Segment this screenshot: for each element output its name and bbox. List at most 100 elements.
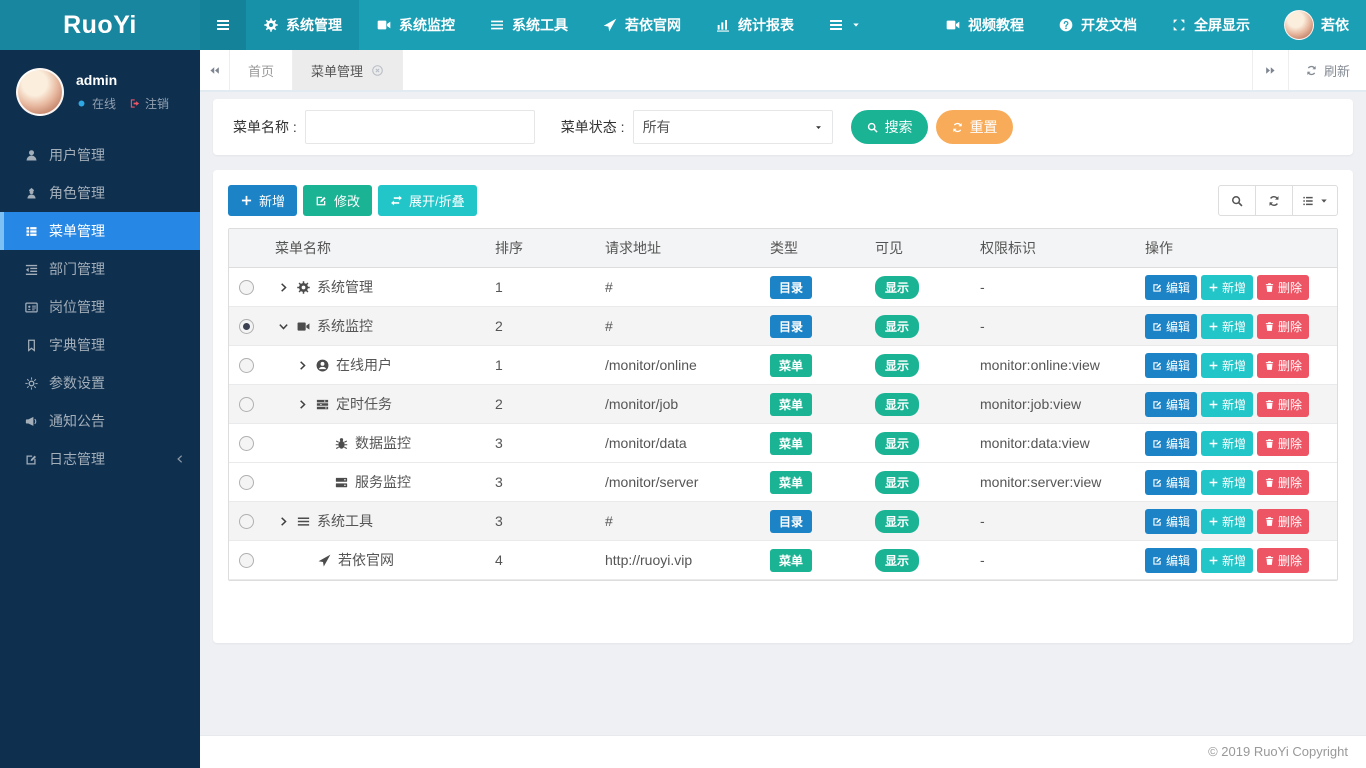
sidebar-toggle-button[interactable] [200, 0, 246, 50]
row-delete-button[interactable]: 删除 [1257, 431, 1309, 456]
row-add-button[interactable]: 新增 [1201, 548, 1253, 573]
nav-item-system-manage[interactable]: 系统管理 [246, 0, 359, 50]
row-delete-label: 删除 [1278, 474, 1302, 491]
row-delete-button[interactable]: 删除 [1257, 353, 1309, 378]
sidebar-item-notice-manage[interactable]: 通知公告 [0, 402, 200, 440]
perms-cell: monitor:data:view [970, 424, 1135, 463]
chevron-right-icon[interactable] [278, 282, 289, 293]
visible-badge[interactable]: 显示 [875, 510, 919, 533]
menu-name-label: 数据监控 [355, 433, 411, 453]
row-select-radio[interactable] [239, 280, 254, 295]
row-delete-button[interactable]: 删除 [1257, 275, 1309, 300]
row-select-radio[interactable] [239, 319, 254, 334]
row-edit-button[interactable]: 编辑 [1145, 314, 1197, 339]
user-avatar[interactable] [16, 68, 64, 116]
tabs-scroll-right-button[interactable] [1252, 50, 1288, 90]
refresh-table-button[interactable] [1255, 185, 1293, 216]
row-delete-button[interactable]: 删除 [1257, 509, 1309, 534]
row-add-button[interactable]: 新增 [1201, 275, 1253, 300]
table-header-row: 菜单名称排序请求地址类型可见权限标识操作 [229, 229, 1337, 268]
row-delete-button[interactable]: 删除 [1257, 548, 1309, 573]
sidebar-item-dict-manage[interactable]: 字典管理 [0, 326, 200, 364]
nav-item-dev-docs[interactable]: 开发文档 [1041, 0, 1154, 50]
columns-button[interactable] [1292, 185, 1338, 216]
search-button[interactable]: 搜索 [851, 110, 928, 144]
chevron-right-icon[interactable] [297, 360, 308, 371]
tab-menu-manage[interactable]: 菜单管理 [293, 50, 403, 90]
main-content: 菜单名称 : 菜单状态 : 所有 搜索 重置 新增 修改 [200, 94, 1366, 735]
visible-badge[interactable]: 显示 [875, 276, 919, 299]
row-add-button[interactable]: 新增 [1201, 314, 1253, 339]
nav-item-video-tutorial[interactable]: 视频教程 [928, 0, 1041, 50]
sidebar-item-post-manage[interactable]: 岗位管理 [0, 288, 200, 326]
url-cell: http://ruoyi.vip [595, 541, 760, 580]
sidebar-item-param-settings[interactable]: 参数设置 [0, 364, 200, 402]
search-icon [1230, 194, 1244, 208]
sidebar-item-log-manage[interactable]: 日志管理 [0, 440, 200, 478]
row-edit-button[interactable]: 编辑 [1145, 431, 1197, 456]
sidebar-item-role-manage[interactable]: 角色管理 [0, 174, 200, 212]
row-select-radio[interactable] [239, 397, 254, 412]
row-edit-button[interactable]: 编辑 [1145, 470, 1197, 495]
tabs-scroll-left-button[interactable] [200, 50, 230, 90]
nav-item-stats-report[interactable]: 统计报表 [698, 0, 811, 50]
bars-icon [828, 17, 844, 33]
row-edit-button[interactable]: 编辑 [1145, 509, 1197, 534]
visible-badge[interactable]: 显示 [875, 432, 919, 455]
row-edit-label: 编辑 [1166, 357, 1190, 374]
row-add-button[interactable]: 新增 [1201, 470, 1253, 495]
video-icon [945, 17, 961, 33]
notice-icon [24, 414, 39, 429]
row-delete-button[interactable]: 删除 [1257, 314, 1309, 339]
sidebar-item-dept-manage[interactable]: 部门管理 [0, 250, 200, 288]
row-select-radio[interactable] [239, 514, 254, 529]
row-edit-button[interactable]: 编辑 [1145, 353, 1197, 378]
expand-collapse-button[interactable]: 展开/折叠 [378, 185, 477, 216]
menu-name-input[interactable] [305, 110, 535, 144]
ops-cell: 编辑新增删除 [1135, 541, 1337, 580]
visible-badge[interactable]: 显示 [875, 471, 919, 494]
row-select-radio[interactable] [239, 436, 254, 451]
nav-item-system-tools[interactable]: 系统工具 [472, 0, 585, 50]
reset-button[interactable]: 重置 [936, 110, 1013, 144]
chevron-right-icon[interactable] [278, 516, 289, 527]
row-edit-button[interactable]: 编辑 [1145, 392, 1197, 417]
nav-item-ruoyi-site[interactable]: 若依官网 [585, 0, 698, 50]
row-delete-button[interactable]: 删除 [1257, 392, 1309, 417]
visible-badge[interactable]: 显示 [875, 549, 919, 572]
menu-status-select[interactable]: 所有 [633, 110, 833, 144]
modify-button[interactable]: 修改 [303, 185, 372, 216]
visible-badge[interactable]: 显示 [875, 315, 919, 338]
row-edit-button[interactable]: 编辑 [1145, 548, 1197, 573]
chevron-right-icon[interactable] [297, 399, 308, 410]
row-add-button[interactable]: 新增 [1201, 431, 1253, 456]
close-tab-icon[interactable] [371, 64, 384, 77]
refresh-tab-button[interactable]: 刷新 [1288, 50, 1366, 90]
row-add-button[interactable]: 新增 [1201, 353, 1253, 378]
row-select-radio[interactable] [239, 358, 254, 373]
row-edit-button[interactable]: 编辑 [1145, 275, 1197, 300]
nav-item-fullscreen[interactable]: 全屏显示 [1154, 0, 1267, 50]
row-select-radio[interactable] [239, 475, 254, 490]
show-search-button[interactable] [1218, 185, 1256, 216]
row-add-button[interactable]: 新增 [1201, 509, 1253, 534]
nav-item-profile[interactable]: 若依 [1267, 0, 1366, 50]
nav-item-system-monitor[interactable]: 系统监控 [359, 0, 472, 50]
logout-link[interactable]: 注销 [145, 95, 169, 112]
row-delete-button[interactable]: 删除 [1257, 470, 1309, 495]
row-edit-label: 编辑 [1166, 513, 1190, 530]
tab-home[interactable]: 首页 [230, 50, 293, 90]
visible-badge[interactable]: 显示 [875, 354, 919, 377]
row-add-button[interactable]: 新增 [1201, 392, 1253, 417]
sidebar-item-label: 岗位管理 [49, 297, 105, 317]
brand-logo[interactable]: RuoYi [0, 0, 200, 50]
visible-badge[interactable]: 显示 [875, 393, 919, 416]
sidebar-item-user-manage[interactable]: 用户管理 [0, 136, 200, 174]
url-cell: /monitor/online [595, 346, 760, 385]
nav-item-more-menu[interactable] [811, 0, 878, 50]
row-select-radio[interactable] [239, 553, 254, 568]
row-delete-label: 删除 [1278, 357, 1302, 374]
add-button[interactable]: 新增 [228, 185, 297, 216]
chevron-down-icon[interactable] [278, 321, 289, 332]
sidebar-item-menu-manage[interactable]: 菜单管理 [0, 212, 200, 250]
